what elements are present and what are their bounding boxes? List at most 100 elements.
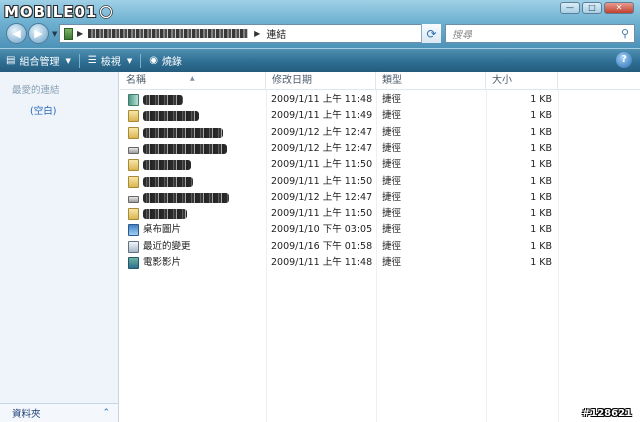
- toolbar-divider: [140, 53, 142, 68]
- file-name-cell[interactable]: [128, 174, 193, 190]
- shortcut-folder-icon: [128, 175, 139, 188]
- file-size-cell: 1 KB: [530, 126, 552, 138]
- organize-label: 組合管理: [19, 57, 60, 68]
- file-name-label: 電影影片: [143, 257, 182, 268]
- watermark: #128621: [581, 408, 632, 419]
- file-date-cell: 2009/1/11 上午 11:50: [271, 159, 373, 171]
- file-type-cell: 捷徑: [382, 110, 402, 122]
- mobile01-logo: MOBILE01: [4, 2, 114, 22]
- views-button[interactable]: ☰ 檢視 ▼: [82, 51, 138, 71]
- address-folder-icon: [64, 27, 73, 40]
- minimize-button[interactable]: —: [560, 2, 580, 14]
- file-row[interactable]: 2009/1/11 上午 11:49 捷徑 1 KB: [120, 108, 560, 124]
- organize-button[interactable]: ▤ 組合管理 ▼: [0, 51, 77, 71]
- maximize-button[interactable]: □: [582, 2, 602, 14]
- obscured-file-name: [143, 111, 199, 122]
- file-size-cell: 1 KB: [530, 110, 552, 122]
- file-date-cell: 2009/1/11 上午 11:48: [271, 257, 373, 268]
- file-name-cell[interactable]: 電影影片: [128, 255, 181, 271]
- file-name-cell[interactable]: 桌布圖片: [128, 222, 181, 238]
- shortcut-folder-icon: [128, 159, 139, 172]
- favorite-links-heading: 最愛的連結: [12, 85, 60, 96]
- shortcut-desk-icon: [128, 224, 139, 237]
- forward-button[interactable]: ▶: [28, 23, 49, 44]
- file-name-cell[interactable]: [128, 125, 223, 141]
- file-name-cell[interactable]: [128, 206, 187, 222]
- file-row[interactable]: 桌布圖片 2009/1/10 下午 03:05 捷徑 1 KB: [120, 222, 560, 238]
- chevron-down-icon: ▼: [65, 56, 71, 65]
- column-header-row: 名稱 ▲ 修改日期 類型 大小: [120, 72, 640, 90]
- file-row[interactable]: 2009/1/11 上午 11:50 捷徑 1 KB: [120, 206, 560, 222]
- refresh-button[interactable]: ⟳: [421, 24, 441, 43]
- file-type-cell: 捷徑: [382, 208, 402, 220]
- file-name-cell[interactable]: [128, 141, 227, 157]
- file-date-cell: 2009/1/11 上午 11:48: [271, 94, 373, 105]
- file-type-cell: 捷徑: [382, 191, 402, 203]
- folders-label: 資料夾: [12, 409, 41, 420]
- file-date-cell: 2009/1/11 上午 11:50: [271, 208, 373, 220]
- shortcut-folder-icon: [128, 126, 139, 139]
- address-bar[interactable]: ▶ ▶ 連結 ▼: [59, 24, 441, 43]
- file-size-cell: 1 KB: [530, 257, 552, 268]
- file-type-cell: 捷徑: [382, 240, 402, 252]
- column-header-size[interactable]: 大小: [486, 72, 558, 90]
- obscured-file-name: [143, 160, 191, 171]
- file-row[interactable]: 2009/1/12 上午 12:47 捷徑 1 KB: [120, 125, 560, 141]
- favorite-links-empty[interactable]: (空白): [30, 103, 56, 117]
- file-row[interactable]: 2009/1/11 上午 11:50 捷徑 1 KB: [120, 157, 560, 173]
- file-size-cell: 1 KB: [530, 142, 552, 154]
- obscured-file-name: [143, 95, 183, 105]
- chevron-up-icon: ⌃: [102, 408, 110, 418]
- window-controls: — □ ✕: [560, 2, 634, 14]
- search-input[interactable]: 搜尋: [446, 26, 616, 41]
- chevron-down-icon: ▼: [126, 56, 133, 65]
- refresh-icon: ⟳: [426, 26, 437, 41]
- file-name-cell[interactable]: [128, 157, 191, 173]
- file-name-cell[interactable]: [128, 190, 229, 206]
- burn-label: 燒錄: [161, 57, 182, 68]
- help-icon[interactable]: ?: [616, 52, 632, 68]
- file-row[interactable]: 2009/1/11 上午 11:48 捷徑 1 KB: [120, 92, 560, 108]
- breadcrumb-current[interactable]: 連結: [266, 26, 286, 41]
- file-name-label: 最近的變更: [143, 240, 191, 252]
- file-type-cell: 捷徑: [382, 175, 402, 187]
- sort-ascending-icon: ▲: [190, 75, 195, 82]
- breadcrumb-separator-icon[interactable]: ▶: [77, 29, 83, 38]
- file-name-cell[interactable]: 最近的變更: [128, 239, 191, 255]
- file-row[interactable]: 最近的變更 2009/1/16 下午 01:58 捷徑 1 KB: [120, 239, 560, 255]
- search-icon[interactable]: ⚲: [616, 27, 634, 40]
- file-name-cell[interactable]: [128, 92, 183, 108]
- file-row[interactable]: 電影影片 2009/1/11 上午 11:48 捷徑 1 KB: [120, 255, 560, 271]
- file-date-cell: 2009/1/12 上午 12:47: [271, 126, 373, 138]
- obscured-file-name: [143, 192, 229, 203]
- shortcut-drive-icon: [128, 195, 139, 203]
- back-button[interactable]: ◀: [6, 23, 27, 44]
- file-type-cell: 捷徑: [382, 257, 402, 268]
- close-button[interactable]: ✕: [604, 2, 634, 14]
- burn-button[interactable]: ◉ 燒錄: [143, 51, 188, 71]
- recent-pages-dropdown-icon[interactable]: ▼: [52, 30, 57, 38]
- column-header-name[interactable]: 名稱 ▲: [120, 72, 266, 90]
- obscured-file-name: [143, 127, 223, 138]
- file-row[interactable]: 2009/1/12 上午 12:47 捷徑 1 KB: [120, 190, 560, 206]
- file-size-cell: 1 KB: [530, 191, 552, 203]
- shortcut-folder-icon: [128, 208, 139, 221]
- folders-toggle[interactable]: 資料夾 ⌃: [0, 403, 118, 422]
- shortcut-folder-icon: [128, 110, 139, 123]
- breadcrumb-obscured[interactable]: [88, 29, 249, 38]
- file-list: 名稱 ▲ 修改日期 類型 大小 2009/1/11 上午 11:48 捷徑 1 KB…: [120, 72, 640, 422]
- file-row[interactable]: 2009/1/11 上午 11:50 捷徑 1 KB: [120, 174, 560, 190]
- disc-burn-icon: ◉: [149, 55, 158, 66]
- shortcut-green-icon: [128, 94, 139, 106]
- views-label: 檢視: [100, 57, 121, 68]
- obscured-file-name: [143, 209, 187, 220]
- breadcrumb-separator-icon[interactable]: ▶: [254, 29, 260, 38]
- file-name-cell[interactable]: [128, 108, 199, 124]
- file-row[interactable]: 2009/1/12 上午 12:47 捷徑 1 KB: [120, 141, 560, 157]
- column-header-type[interactable]: 類型: [376, 72, 486, 90]
- search-box[interactable]: 搜尋 ⚲: [445, 24, 635, 43]
- file-size-cell: 1 KB: [530, 224, 552, 236]
- column-header-date[interactable]: 修改日期: [266, 72, 376, 90]
- logo-mark-icon: [99, 5, 114, 19]
- file-size-cell: 1 KB: [530, 208, 552, 220]
